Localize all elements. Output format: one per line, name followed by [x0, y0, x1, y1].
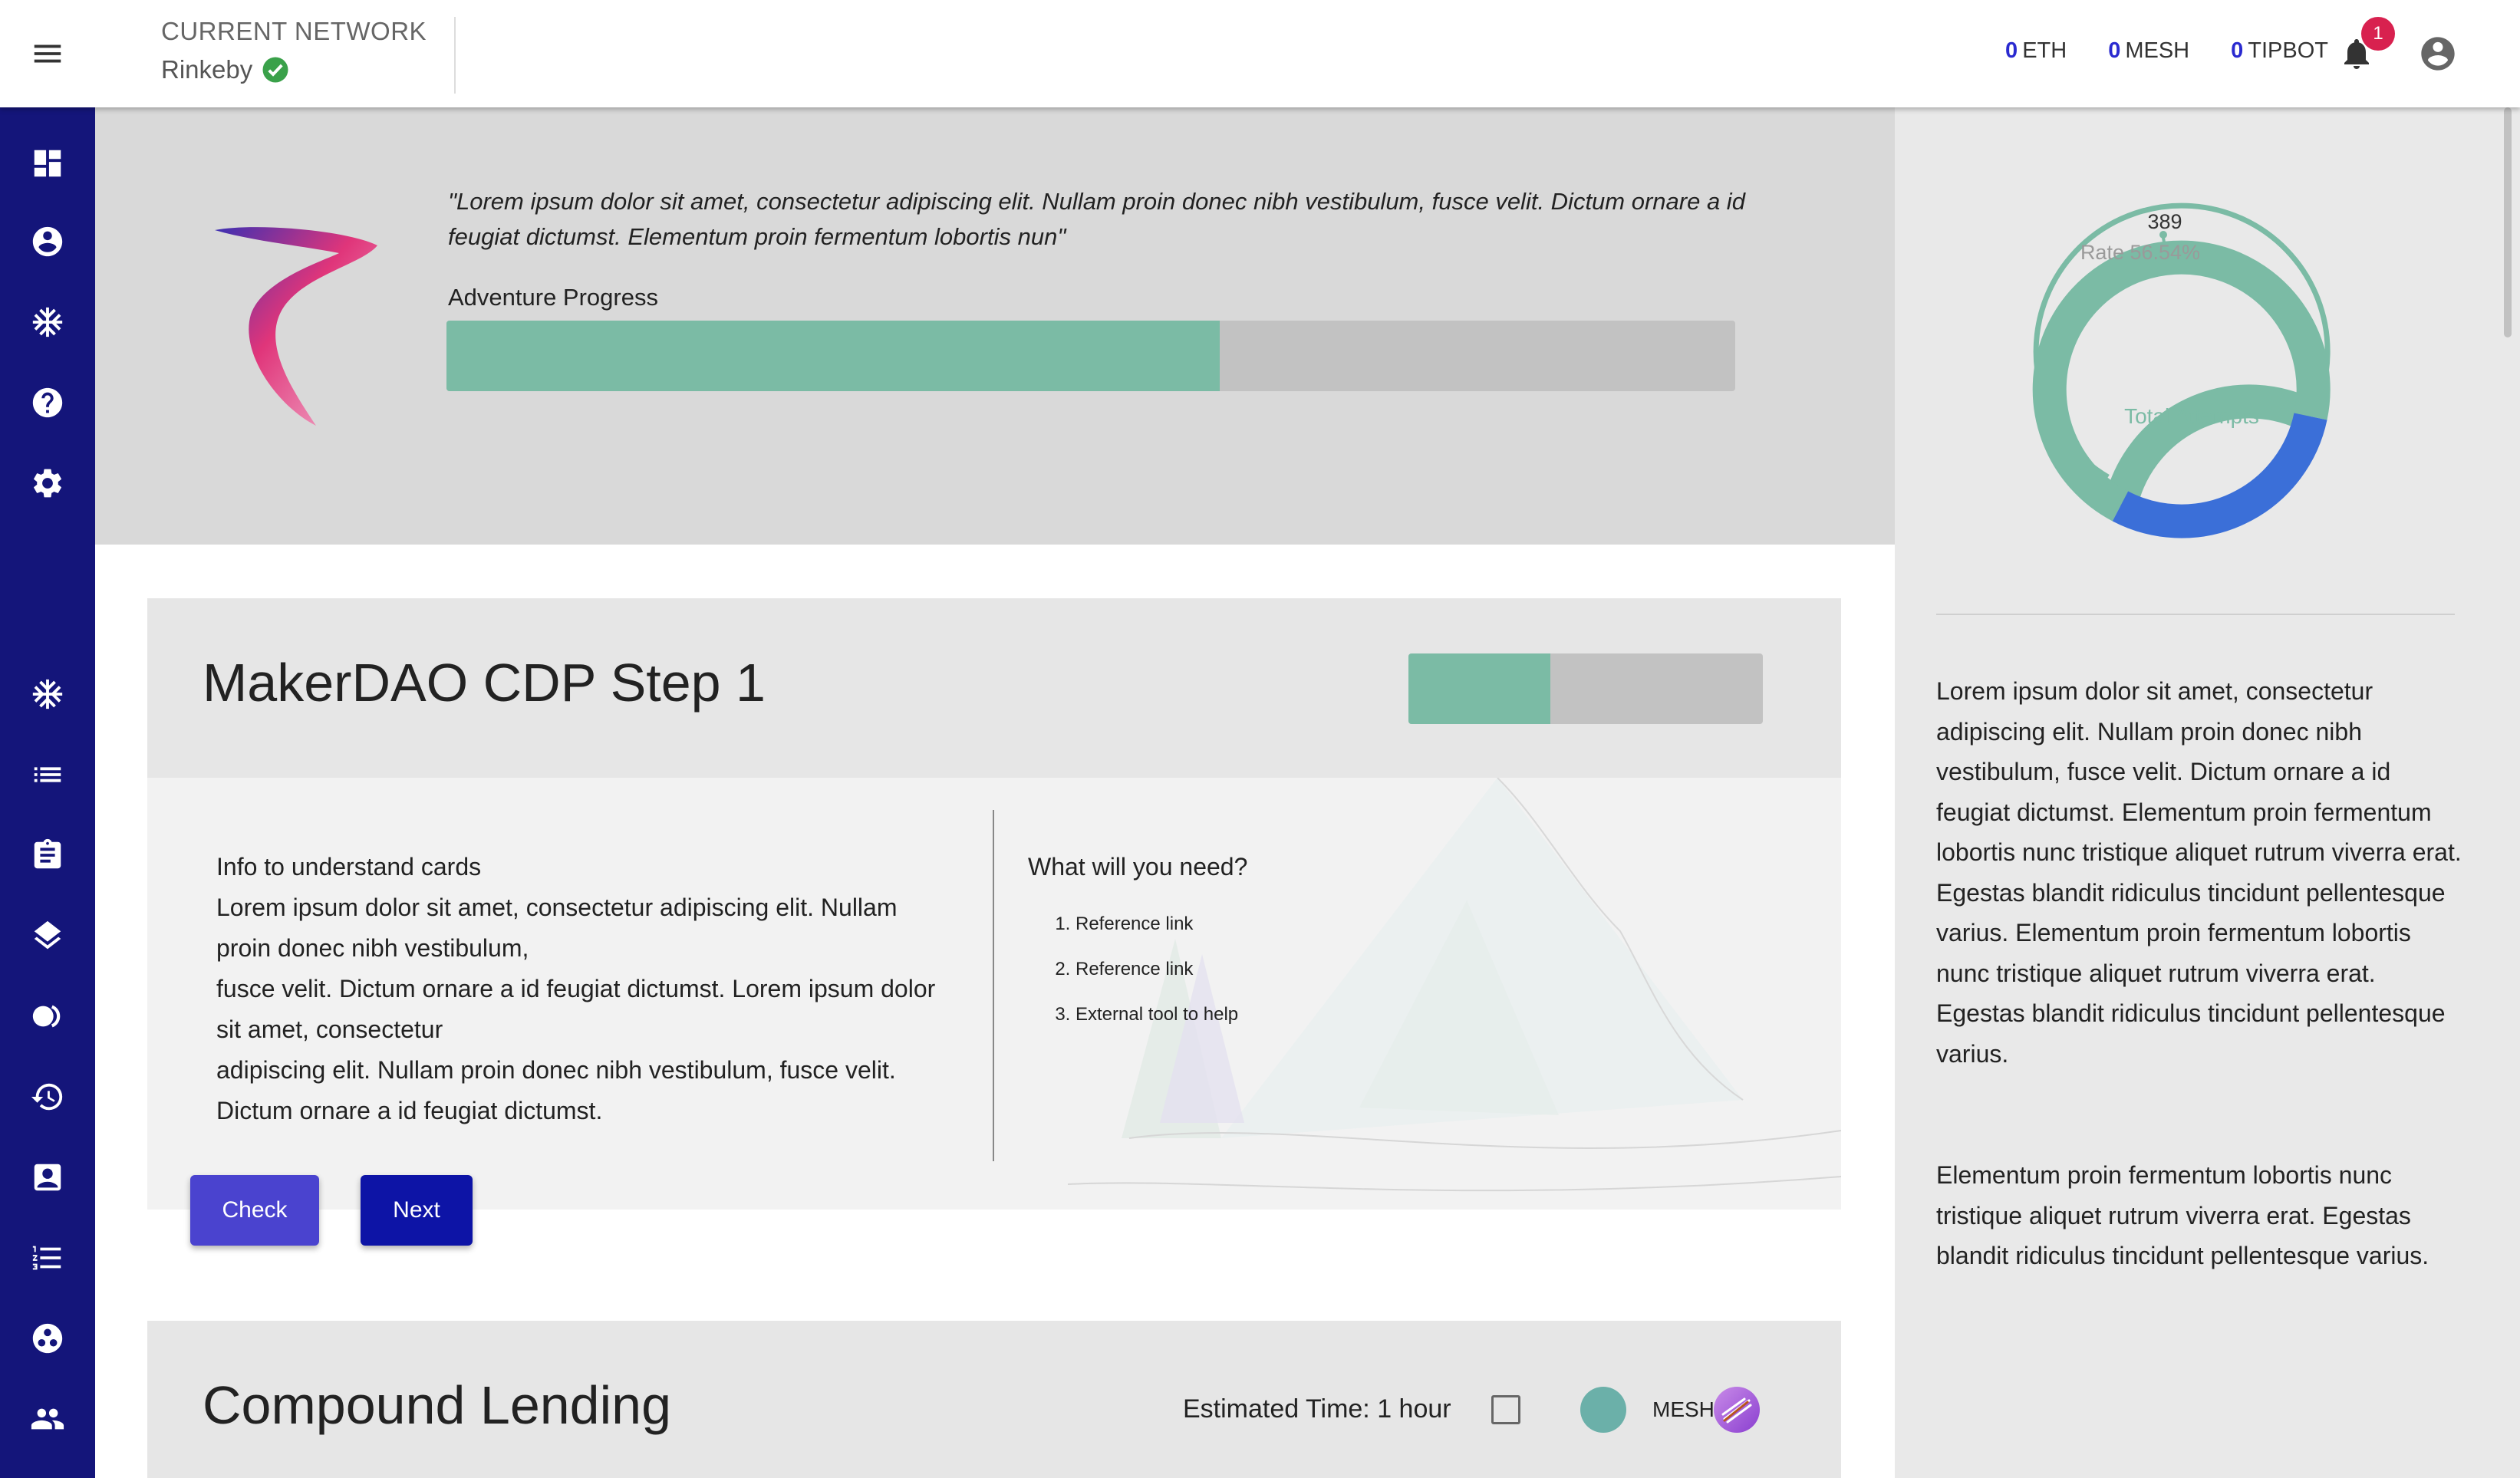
- requirement-item[interactable]: External tool to help: [1076, 992, 1488, 1037]
- scrollbar-thumb[interactable]: [2504, 107, 2512, 337]
- mesh-token-icon: [1714, 1387, 1760, 1433]
- history-icon[interactable]: [28, 1078, 67, 1116]
- adventure-hero: "Lorem ipsum dolor sit amet, consectetur…: [95, 107, 1895, 545]
- list-icon[interactable]: [28, 755, 67, 794]
- help-icon[interactable]: [28, 383, 67, 422]
- check-circle-icon: [262, 57, 288, 83]
- rate-label: Rate 56.54%: [2080, 241, 2200, 264]
- step-card-header: MakerDAO CDP Step 1: [147, 598, 1841, 778]
- requirement-item[interactable]: Reference link: [1076, 901, 1488, 946]
- mesh-balance: 0 MESH: [2108, 38, 2190, 63]
- column-divider: [993, 810, 994, 1161]
- network-name: Rinkeby: [161, 55, 253, 84]
- snowflake-icon[interactable]: [28, 675, 67, 713]
- snowflake-icon[interactable]: [28, 303, 67, 341]
- account-circle-icon[interactable]: [28, 222, 67, 261]
- clipboard-icon[interactable]: [28, 836, 67, 874]
- complete-checkbox[interactable]: [1491, 1395, 1520, 1424]
- step-card-title: MakerDAO CDP Step 1: [203, 653, 766, 713]
- total-attempts-label: Total Attempts: [2124, 404, 2259, 428]
- step-card: MakerDAO CDP Step 1 Info to understand c…: [147, 598, 1841, 1210]
- panel-paragraph-2: Elementum proin fermentum lobortis nunc …: [1936, 1161, 2429, 1269]
- next-button[interactable]: Next: [361, 1175, 473, 1246]
- account-icon[interactable]: [2418, 34, 2458, 74]
- requirements-list: Reference link Reference link External t…: [1028, 901, 1488, 1037]
- step-card-body: Info to understand cards Lorem ipsum dol…: [147, 778, 1841, 1210]
- sidebar: [0, 107, 95, 1478]
- right-panel: 389 Rate 56.54% Total Attempts Lorem ips…: [1895, 107, 2520, 1478]
- tipbot-balance: 0 TIPBOT: [2231, 38, 2328, 63]
- step-progress-bar: [1408, 653, 1763, 724]
- notification-badge: 1: [2361, 17, 2395, 51]
- info-line: adipiscing elit. Nullam proin donec nibh…: [216, 1056, 896, 1124]
- adventure-progress-bar: [446, 321, 1735, 391]
- attempts-chart: 389 Rate 56.54% Total Attempts: [1979, 153, 2363, 583]
- checklist-icon[interactable]: [28, 1239, 67, 1277]
- requirements-section: What will you need? Reference link Refer…: [1028, 847, 1488, 1037]
- scrollbar[interactable]: [2499, 107, 2516, 337]
- layers-icon[interactable]: [28, 917, 67, 955]
- info-section: Info to understand cards Lorem ipsum dol…: [216, 847, 953, 1131]
- top-bar: CURRENT NETWORK Rinkeby 0 ETH 0 MESH 0 TIPB…: [0, 0, 2520, 107]
- adventure-progress-fill: [446, 321, 1220, 391]
- adventure-progress-label: Adventure Progress: [448, 284, 658, 311]
- dashboard-icon[interactable]: [28, 144, 67, 183]
- adventure-logo: [215, 227, 377, 426]
- token-balances: 0 ETH 0 MESH 0 TIPBOT: [2005, 38, 2328, 64]
- contact-icon[interactable]: [28, 1158, 67, 1197]
- step-progress-fill: [1408, 653, 1550, 724]
- network-label: CURRENT NETWORK: [161, 17, 427, 45]
- people-icon[interactable]: [28, 1400, 67, 1438]
- requirement-item[interactable]: Reference link: [1076, 946, 1488, 992]
- panel-paragraph-1: Lorem ipsum dolor sit amet, consectetur …: [1936, 677, 2462, 1068]
- status-dot: [1580, 1387, 1626, 1433]
- group-work-icon[interactable]: [28, 1319, 67, 1358]
- adventure-quote: "Lorem ipsum dolor sit amet, consectetur…: [448, 188, 1745, 250]
- quest-card: Compound Lending Estimated Time: 1 hour …: [147, 1321, 1841, 1478]
- toggle-icon[interactable]: [28, 997, 67, 1035]
- panel-divider: [1936, 614, 2455, 615]
- requirements-title: What will you need?: [1028, 853, 1248, 881]
- info-line: Lorem ipsum dolor sit amet, consectetur …: [216, 894, 898, 962]
- info-title: Info to understand cards: [216, 853, 482, 881]
- current-network: CURRENT NETWORK Rinkeby: [161, 17, 456, 94]
- menu-icon[interactable]: [0, 0, 95, 107]
- quest-card-title: Compound Lending: [203, 1375, 672, 1435]
- estimated-time: Estimated Time: 1 hour: [1183, 1394, 1451, 1424]
- check-button[interactable]: Check: [190, 1175, 319, 1246]
- settings-icon[interactable]: [28, 464, 67, 502]
- reward-token-label: MESH: [1652, 1397, 1715, 1421]
- eth-balance: 0 ETH: [2005, 38, 2067, 63]
- info-line: fusce velit. Dictum ornare a id feugiat …: [216, 975, 936, 1043]
- attempts-count: 389: [2147, 210, 2182, 233]
